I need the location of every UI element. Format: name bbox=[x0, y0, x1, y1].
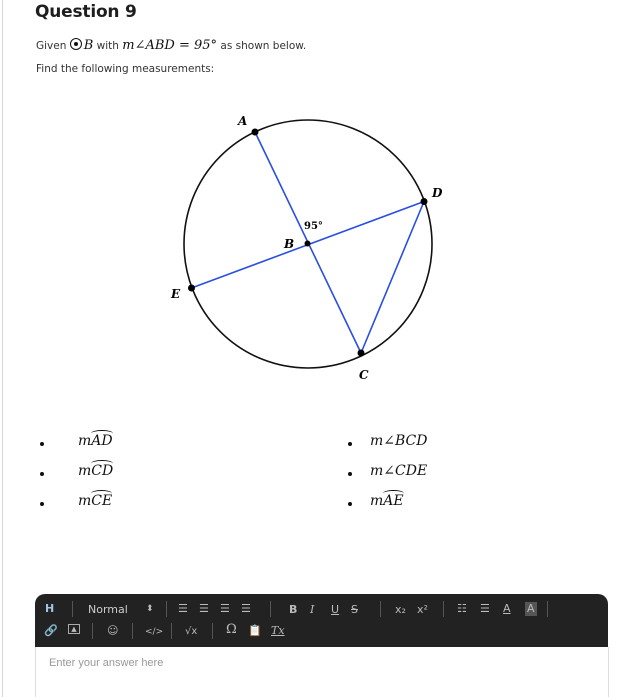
bullet bbox=[348, 472, 352, 476]
text-color-icon[interactable]: A bbox=[503, 602, 511, 616]
special-character-button[interactable]: Ω bbox=[226, 623, 237, 637]
measure-prefix: m bbox=[78, 463, 92, 479]
measure-prefix: m bbox=[370, 493, 384, 509]
subscript-button[interactable]: x₂ bbox=[395, 603, 406, 617]
arc-ce: CE bbox=[91, 490, 113, 509]
select-arrows-icon[interactable]: ⬍ bbox=[146, 602, 154, 616]
code-button[interactable]: </> bbox=[145, 625, 163, 639]
bullet bbox=[40, 502, 44, 506]
formula-button[interactable]: √x bbox=[185, 625, 197, 639]
editor-toolbar: H Normal ⬍ ☰ ☰ ☰ ☰ B I U S x₂ x² ☷ ☰ A A… bbox=[35, 594, 608, 647]
segment-dc bbox=[360, 201, 425, 354]
arc-ae: AE bbox=[383, 490, 404, 509]
italic-button[interactable]: I bbox=[310, 603, 314, 617]
measure-prefix: m bbox=[78, 493, 92, 509]
bullet bbox=[40, 442, 44, 446]
separator bbox=[547, 601, 548, 617]
point-a bbox=[251, 128, 259, 136]
label-e: E bbox=[170, 287, 181, 301]
clear-format-button[interactable]: Tx bbox=[271, 624, 285, 638]
separator bbox=[72, 601, 73, 617]
background-color-icon[interactable]: A bbox=[525, 602, 537, 616]
label-a: A bbox=[237, 114, 247, 128]
bullet bbox=[348, 442, 352, 446]
ordered-list-icon[interactable]: ☷ bbox=[457, 602, 467, 616]
angle-bcd: m∠BCD bbox=[370, 433, 428, 449]
separator bbox=[380, 601, 381, 617]
point-b bbox=[304, 240, 311, 247]
point-d bbox=[420, 198, 428, 205]
bullet bbox=[40, 472, 44, 476]
angle-label: 95° bbox=[304, 221, 323, 232]
measure-prefix: m bbox=[78, 433, 92, 449]
link-icon[interactable]: 🔗 bbox=[44, 624, 58, 638]
separator bbox=[212, 623, 213, 639]
strikethrough-button[interactable]: S bbox=[351, 603, 358, 617]
arc-ad: AD bbox=[91, 430, 113, 449]
separator bbox=[270, 601, 271, 617]
separator bbox=[171, 623, 172, 639]
emoji-icon[interactable]: ☺ bbox=[107, 624, 118, 638]
angle-cde: m∠CDE bbox=[370, 463, 428, 479]
format-select[interactable]: Normal bbox=[88, 603, 128, 617]
answer-editor[interactable]: Enter your answer here bbox=[35, 647, 609, 697]
image-icon[interactable]: ▲ bbox=[68, 624, 80, 634]
label-c: C bbox=[359, 368, 369, 382]
align-justify-icon[interactable]: ☰ bbox=[241, 602, 251, 616]
arc-cd: CD bbox=[91, 460, 114, 479]
bold-button[interactable]: B bbox=[289, 603, 297, 617]
align-right-icon[interactable]: ☰ bbox=[220, 602, 230, 616]
paste-icon[interactable]: 📋 bbox=[248, 624, 262, 638]
align-center-icon[interactable]: ☰ bbox=[199, 602, 209, 616]
separator bbox=[132, 623, 133, 639]
label-d: D bbox=[431, 186, 443, 200]
superscript-button[interactable]: x² bbox=[417, 603, 428, 617]
heading-button[interactable]: H bbox=[45, 602, 54, 616]
separator bbox=[443, 601, 444, 617]
label-b: B bbox=[283, 237, 294, 251]
bullet-list-icon[interactable]: ☰ bbox=[480, 602, 490, 616]
separator bbox=[166, 601, 167, 617]
underline-button[interactable]: U bbox=[331, 603, 339, 617]
bullet bbox=[348, 502, 352, 506]
point-e bbox=[188, 284, 195, 292]
circle-diagram: A B C D E 95° bbox=[170, 114, 443, 382]
answer-placeholder: Enter your answer here bbox=[49, 657, 164, 669]
separator bbox=[92, 623, 93, 639]
point-c bbox=[357, 349, 365, 357]
align-left-icon[interactable]: ☰ bbox=[178, 602, 188, 616]
